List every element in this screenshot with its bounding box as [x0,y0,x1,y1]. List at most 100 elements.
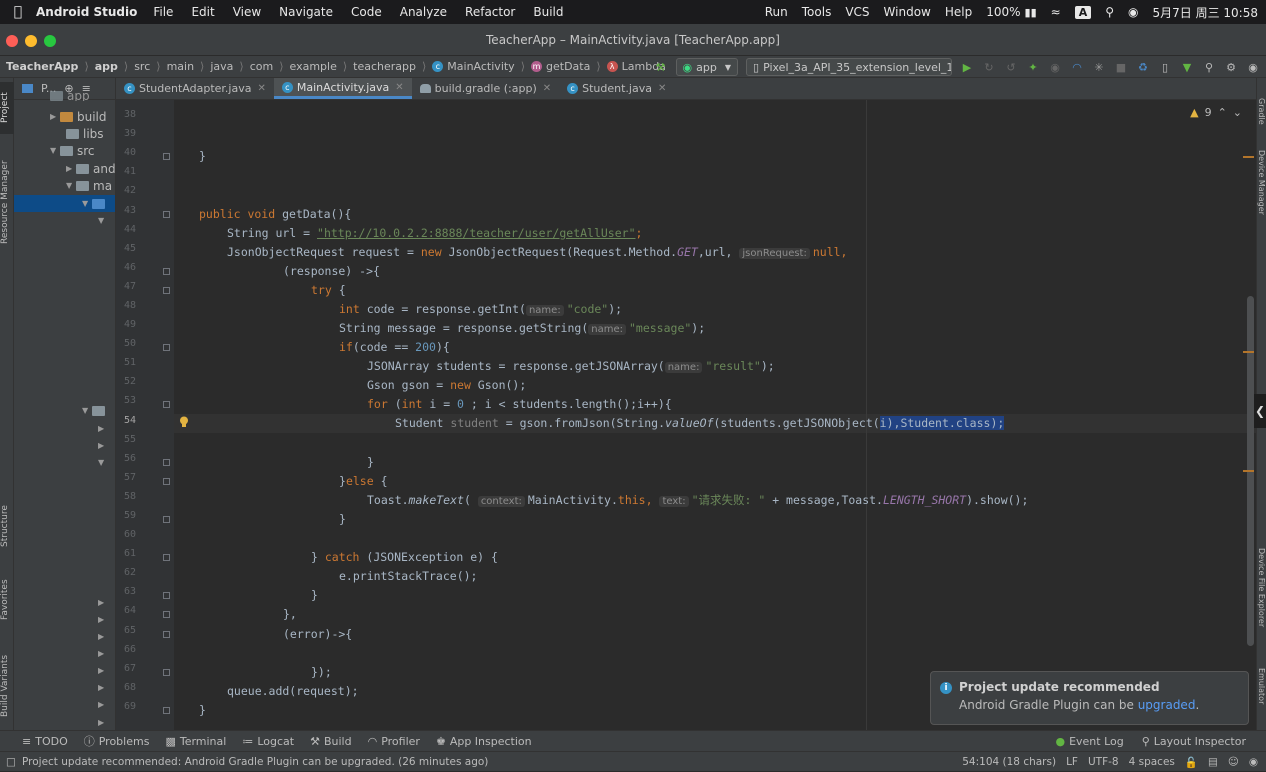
build-tool-button[interactable]: ⚒ Build [310,735,352,748]
run-config-select[interactable]: ◉ app ▼ [675,58,738,76]
menu-edit[interactable]: Edit [191,5,214,19]
make-project-icon[interactable]: ⚒ [654,60,668,74]
terminal-tool-button[interactable]: ▩ Terminal [165,735,226,748]
fold-marker[interactable] [163,554,170,561]
line-number[interactable]: 67 [116,663,136,674]
attach-debugger-icon[interactable]: ◉ [1048,60,1062,74]
fold-marker[interactable] [163,592,170,599]
line-number[interactable]: 66 [116,644,136,655]
profiler-tool-button[interactable]: ◠ Profiler [368,735,420,748]
fold-marker[interactable] [163,669,170,676]
tree-item-collapsed[interactable]: ▶ [98,420,108,437]
close-icon[interactable]: ✕ [658,83,666,94]
status-toggle-icon[interactable]: □ [6,756,16,768]
tree-item-build[interactable]: ▶ build [50,108,107,125]
close-icon[interactable]: ✕ [543,83,551,94]
line-number[interactable]: 60 [116,529,136,540]
chevron-right-icon[interactable]: ▶ [98,718,108,727]
fold-marker[interactable] [163,344,170,351]
tree-item-main[interactable]: ▼ ma [66,177,112,194]
breadcrumb-method[interactable]: getData [546,60,590,73]
line-separator[interactable]: LF [1066,756,1078,768]
menubar-clock[interactable]: 5月7日 周三 10:58 [1153,4,1258,21]
line-number[interactable]: 54 [116,415,136,426]
fold-marker[interactable] [163,211,170,218]
chevron-left-icon[interactable]: ❮ [1254,394,1266,428]
line-number[interactable]: 69 [116,701,136,712]
input-source-badge[interactable]: A [1074,5,1092,19]
control-center-icon[interactable]: ◉ [1128,5,1138,19]
tree-item-collapsed[interactable]: ▶ [98,628,108,645]
line-number[interactable]: 58 [116,491,136,502]
tree-item-collapsed[interactable]: ▶ [98,696,108,713]
line-number[interactable]: 45 [116,243,136,254]
menu-navigate[interactable]: Navigate [279,5,333,19]
line-number[interactable]: 61 [116,548,136,559]
chevron-right-icon[interactable]: ▶ [98,598,108,607]
build-variants-tool-tab[interactable]: Build Variants [0,646,14,726]
tree-item-collapsed[interactable]: ▼ [98,212,108,229]
chevron-down-icon[interactable]: ▼ [50,146,60,155]
fold-marker[interactable] [163,611,170,618]
chevron-down-icon[interactable]: ▼ [82,406,92,415]
chevron-right-icon[interactable]: ▶ [98,683,108,692]
tree-item-libs[interactable]: libs [66,125,104,142]
menu-code[interactable]: Code [351,5,382,19]
fold-marker[interactable] [163,631,170,638]
tree-item-collapsed[interactable]: ▼ [98,454,108,471]
menu-refactor[interactable]: Refactor [465,5,515,19]
chevron-right-icon[interactable]: ▶ [98,424,108,433]
chevron-down-icon[interactable]: ⌄ [1233,106,1242,119]
fold-marker[interactable] [163,516,170,523]
line-number[interactable]: 53 [116,395,136,406]
inspection-widget[interactable]: ▲ 9 ⌃ ⌄ [1190,106,1242,119]
menu-window[interactable]: Window [884,5,931,19]
event-log-tool-button[interactable]: ● Event Log [1055,735,1123,748]
tab-main-activity[interactable]: c MainActivity.java ✕ [273,78,412,99]
line-number[interactable]: 55 [116,434,136,445]
code-editor[interactable]: 38 39 40 41 42 43 44 45 46 47 48 49 50 51 52 53 54 55 56 57… [116,100,1256,730]
coverage-icon[interactable]: ✳ [1092,60,1106,74]
error-stripe-mark[interactable] [1243,351,1254,353]
tree-item-collapsed[interactable]: ▶ [98,594,108,611]
line-number[interactable]: 56 [116,453,136,464]
todo-tool-button[interactable]: ≡ TODO [22,735,68,748]
line-number[interactable]: 63 [116,586,136,597]
line-number[interactable]: 43 [116,205,136,216]
line-number[interactable]: 40 [116,147,136,158]
tab-build-gradle[interactable]: build.gradle (:app) ✕ [412,78,559,99]
error-stripe-mark[interactable] [1243,156,1254,158]
tree-item-collapsed[interactable]: ▶ [98,714,108,730]
chevron-right-icon[interactable]: ▶ [98,649,108,658]
account-icon[interactable]: ◉ [1246,60,1260,74]
breadcrumb-app[interactable]: app [95,60,118,73]
file-encoding[interactable]: UTF-8 [1088,756,1119,768]
fold-marker[interactable] [163,153,170,160]
line-number[interactable]: 49 [116,319,136,330]
menu-build[interactable]: Build [533,5,563,19]
tree-item-src[interactable]: ▼ src [50,142,95,159]
error-stripe-mark[interactable] [1243,470,1254,472]
line-number[interactable]: 50 [116,338,136,349]
fold-marker[interactable] [163,478,170,485]
menu-app-name[interactable]: Android Studio [36,5,137,19]
close-window-button[interactable] [6,35,18,47]
line-number[interactable]: 47 [116,281,136,292]
chevron-down-icon[interactable]: ▼ [98,216,108,225]
stop-icon[interactable]: ■ [1114,60,1128,74]
menu-tools[interactable]: Tools [802,5,832,19]
layout-inspector-tool-button[interactable]: ⚲ Layout Inspector [1142,735,1246,748]
menu-file[interactable]: File [153,5,173,19]
minimize-window-button[interactable] [25,35,37,47]
chevron-right-icon[interactable]: ▶ [98,666,108,675]
menu-run[interactable]: Run [765,5,788,19]
breadcrumb-src[interactable]: src [134,60,150,73]
close-icon[interactable]: ✕ [395,82,403,93]
indent-setting[interactable]: 4 spaces [1129,756,1175,768]
breadcrumb-project[interactable]: TeacherApp [6,60,78,73]
lightbulb-icon[interactable] [179,416,189,428]
menu-view[interactable]: View [233,5,261,19]
menu-analyze[interactable]: Analyze [400,5,447,19]
line-number[interactable]: 41 [116,166,136,177]
chevron-right-icon[interactable]: ▶ [66,164,76,173]
